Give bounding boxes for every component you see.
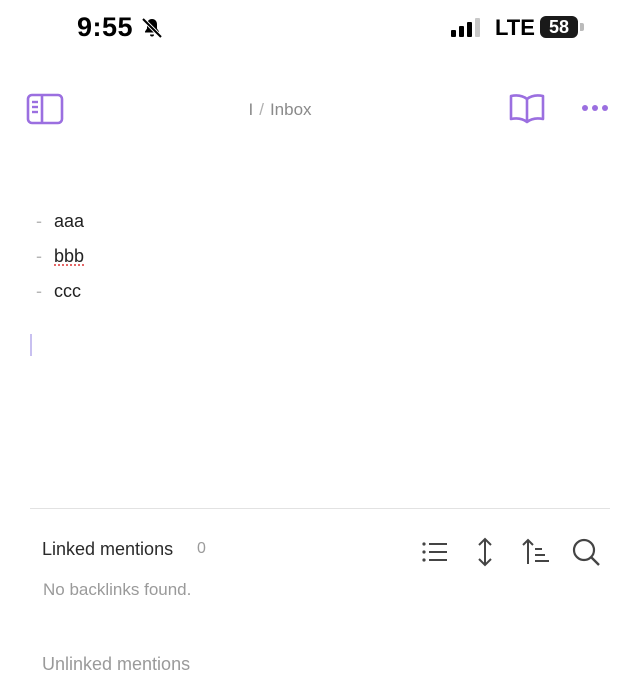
battery-tip [580,23,584,31]
unlinked-mentions-title[interactable]: Unlinked mentions [42,654,190,675]
sort-icon[interactable] [520,536,552,568]
list-marker: - [36,246,42,266]
network-type: LTE [495,15,535,40]
breadcrumb: I / Inbox [200,100,360,120]
battery-level: 58 [548,16,570,37]
list-item-text: aaa [54,211,85,231]
search-icon[interactable] [570,536,602,568]
no-backlinks-message: No backlinks found. [43,580,192,599]
more-horizontal-icon[interactable] [580,98,610,118]
book-open-icon[interactable] [509,92,545,124]
sidebar-toggle-icon[interactable] [26,93,64,125]
list-item[interactable]: - ccc [36,281,81,302]
bell-slash-icon [141,17,163,39]
linked-mentions-count: 0 [197,540,206,557]
status-time: 9:55 [77,12,134,42]
list-item-text: ccc [54,281,81,301]
signal-icon [451,18,480,37]
breadcrumb-separator: / [259,100,264,119]
list-item-text: bbb [54,246,85,266]
list-icon[interactable] [419,536,451,568]
linked-mentions-title[interactable]: Linked mentions [42,539,173,560]
battery-indicator: 58 [540,16,578,38]
divider [30,508,610,509]
list-marker: - [36,281,42,301]
text-cursor[interactable] [30,334,32,356]
breadcrumb-parent[interactable]: I [248,100,253,119]
list-marker: - [36,211,42,231]
list-item[interactable]: - aaa [36,211,84,232]
breadcrumb-current[interactable]: Inbox [270,100,312,119]
list-item[interactable]: - bbb [36,246,84,267]
expand-vertical-icon[interactable] [469,536,501,568]
